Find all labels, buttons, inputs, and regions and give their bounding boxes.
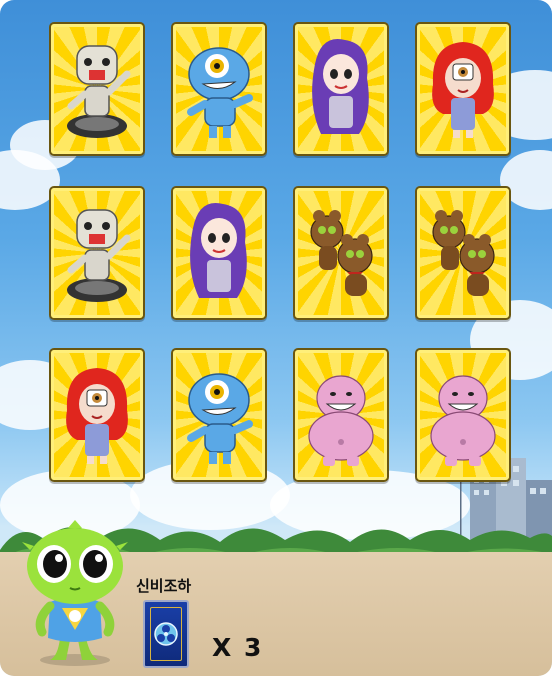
memory-card-skeleton-robot[interactable] xyxy=(49,22,145,156)
memory-card-brown-twin-bears[interactable] xyxy=(415,186,511,320)
item-label: 신비조하 xyxy=(136,577,192,595)
memory-card-red-hair-cyclops-girl[interactable] xyxy=(49,348,145,482)
skeleton-robot-icon xyxy=(67,45,131,138)
item-count: X 3 xyxy=(212,633,264,662)
brown-twin-bears-icon xyxy=(432,210,495,296)
mystery-item-card[interactable] xyxy=(143,600,189,668)
red-hair-cyclops-girl-icon xyxy=(432,42,494,138)
blue-cyclops-icon xyxy=(187,373,253,464)
green-alien-mascot xyxy=(22,520,128,666)
purple-hair-girl-icon xyxy=(312,39,369,134)
memory-card-skeleton-robot[interactable] xyxy=(49,186,145,320)
memory-card-red-hair-cyclops-girl[interactable] xyxy=(415,22,511,156)
brown-twin-bears-icon xyxy=(310,210,373,296)
memory-card-purple-hair-girl[interactable] xyxy=(293,22,389,156)
memory-card-purple-hair-girl[interactable] xyxy=(171,186,267,320)
memory-card-brown-twin-bears[interactable] xyxy=(293,186,389,320)
item-emblem-icon xyxy=(154,622,178,646)
red-hair-cyclops-girl-icon xyxy=(66,368,128,464)
memory-card-blue-cyclops[interactable] xyxy=(171,22,267,156)
memory-card-blue-cyclops[interactable] xyxy=(171,348,267,482)
pink-fat-monster-icon xyxy=(308,375,374,466)
memory-card-pink-fat-monster[interactable] xyxy=(415,348,511,482)
game-stage: 신비조하 X 3 xyxy=(0,0,552,676)
memory-card-pink-fat-monster[interactable] xyxy=(293,348,389,482)
blue-cyclops-icon xyxy=(187,47,253,138)
pink-fat-monster-icon xyxy=(430,375,496,466)
skeleton-robot-icon xyxy=(67,209,131,302)
purple-hair-girl-icon xyxy=(190,203,247,298)
